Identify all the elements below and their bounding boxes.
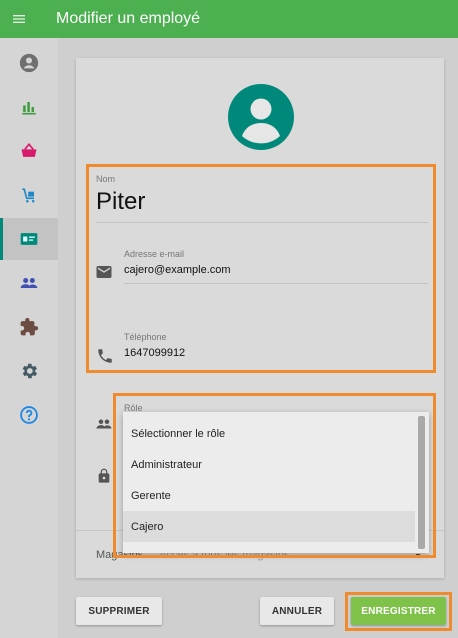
phone-label: Téléphone	[124, 332, 167, 342]
people-icon	[20, 278, 38, 288]
email-field[interactable]: cajero@example.com	[124, 264, 231, 276]
name-label: Nom	[96, 174, 116, 184]
hamburger-icon	[13, 15, 25, 23]
puzzle-icon	[20, 317, 39, 336]
help-icon	[20, 406, 38, 424]
app-bar: Modifier un employé	[0, 0, 458, 38]
role-people-icon	[96, 419, 112, 429]
name-underline	[96, 222, 428, 223]
account-circle-icon	[19, 53, 39, 73]
badge-icon	[20, 233, 38, 245]
basket-icon	[21, 143, 37, 157]
sidebar-item-employees[interactable]	[0, 218, 58, 260]
email-label: Adresse e-mail	[124, 249, 185, 259]
sidebar-item-settings[interactable]	[0, 350, 58, 392]
cancel-button[interactable]: ANNULER	[260, 597, 334, 625]
cart-icon	[22, 188, 35, 203]
employee-avatar-icon	[228, 84, 294, 150]
email-icon	[96, 266, 112, 278]
menu-button[interactable]	[0, 0, 38, 38]
phone-field[interactable]: 1647099912	[124, 347, 185, 359]
sidebar	[0, 38, 58, 638]
save-button[interactable]: ENREGISTRER	[351, 597, 446, 625]
lock-icon	[98, 468, 110, 483]
sidebar-item-account[interactable]	[0, 42, 58, 84]
sidebar-item-customers[interactable]	[0, 262, 58, 304]
email-underline	[124, 283, 428, 284]
name-field[interactable]: Piter	[96, 188, 145, 216]
sidebar-item-reports[interactable]	[0, 86, 58, 128]
phone-icon	[98, 349, 112, 363]
sidebar-item-help[interactable]	[0, 394, 58, 436]
sidebar-item-inventory[interactable]	[0, 174, 58, 216]
page-title: Modifier un employé	[56, 10, 201, 27]
bar-chart-icon	[22, 102, 36, 115]
delete-button[interactable]: SUPPRIMER	[76, 597, 162, 625]
role-section	[113, 393, 436, 558]
sidebar-item-integrations[interactable]	[0, 306, 58, 348]
sidebar-item-sales[interactable]	[0, 130, 58, 172]
gear-icon	[22, 363, 38, 379]
